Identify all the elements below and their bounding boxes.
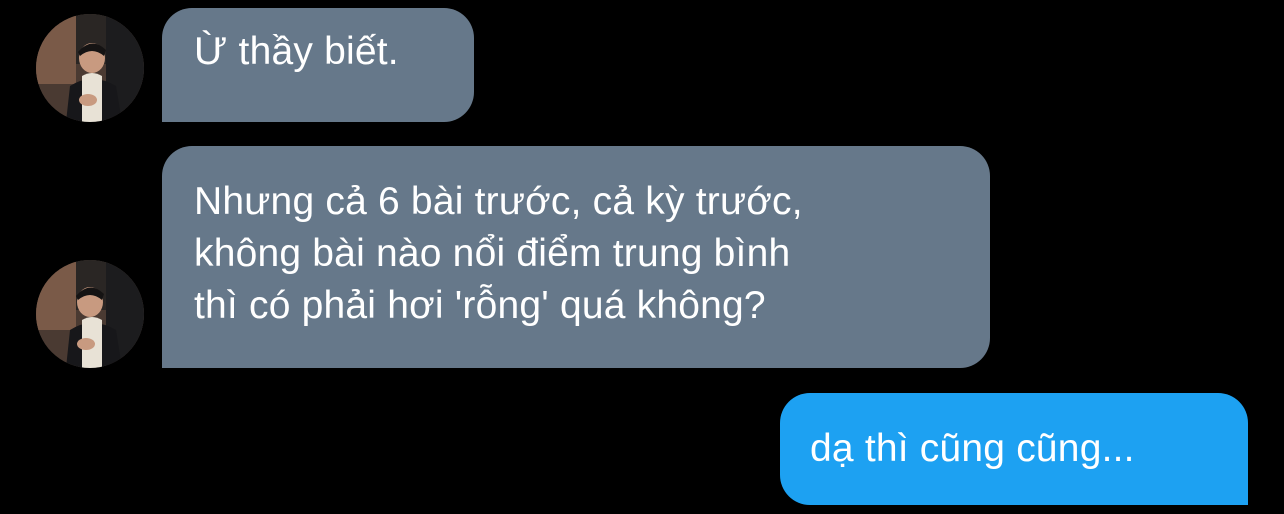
message-text-line: không bài nào nổi điểm trung bình bbox=[194, 232, 791, 275]
message-text-line: thì có phải hơi 'rỗng' quá không? bbox=[194, 284, 766, 327]
message-bubble-incoming[interactable]: Ừ thầy biết. bbox=[162, 8, 474, 122]
message-bubble-outgoing[interactable]: dạ thì cũng cũng... bbox=[780, 393, 1248, 505]
sender-avatar[interactable] bbox=[36, 14, 144, 122]
user-photo-avatar-icon bbox=[36, 14, 144, 122]
user-photo-avatar-icon bbox=[36, 260, 144, 368]
message-bubble-incoming[interactable]: Nhưng cả 6 bài trước, cả kỳ trước, không… bbox=[162, 146, 990, 368]
message-text: Ừ thầy biết. bbox=[194, 30, 399, 73]
message-text: dạ thì cũng cũng... bbox=[810, 427, 1135, 470]
sender-avatar[interactable] bbox=[36, 260, 144, 368]
message-text-line: Nhưng cả 6 bài trước, cả kỳ trước, bbox=[194, 180, 803, 223]
